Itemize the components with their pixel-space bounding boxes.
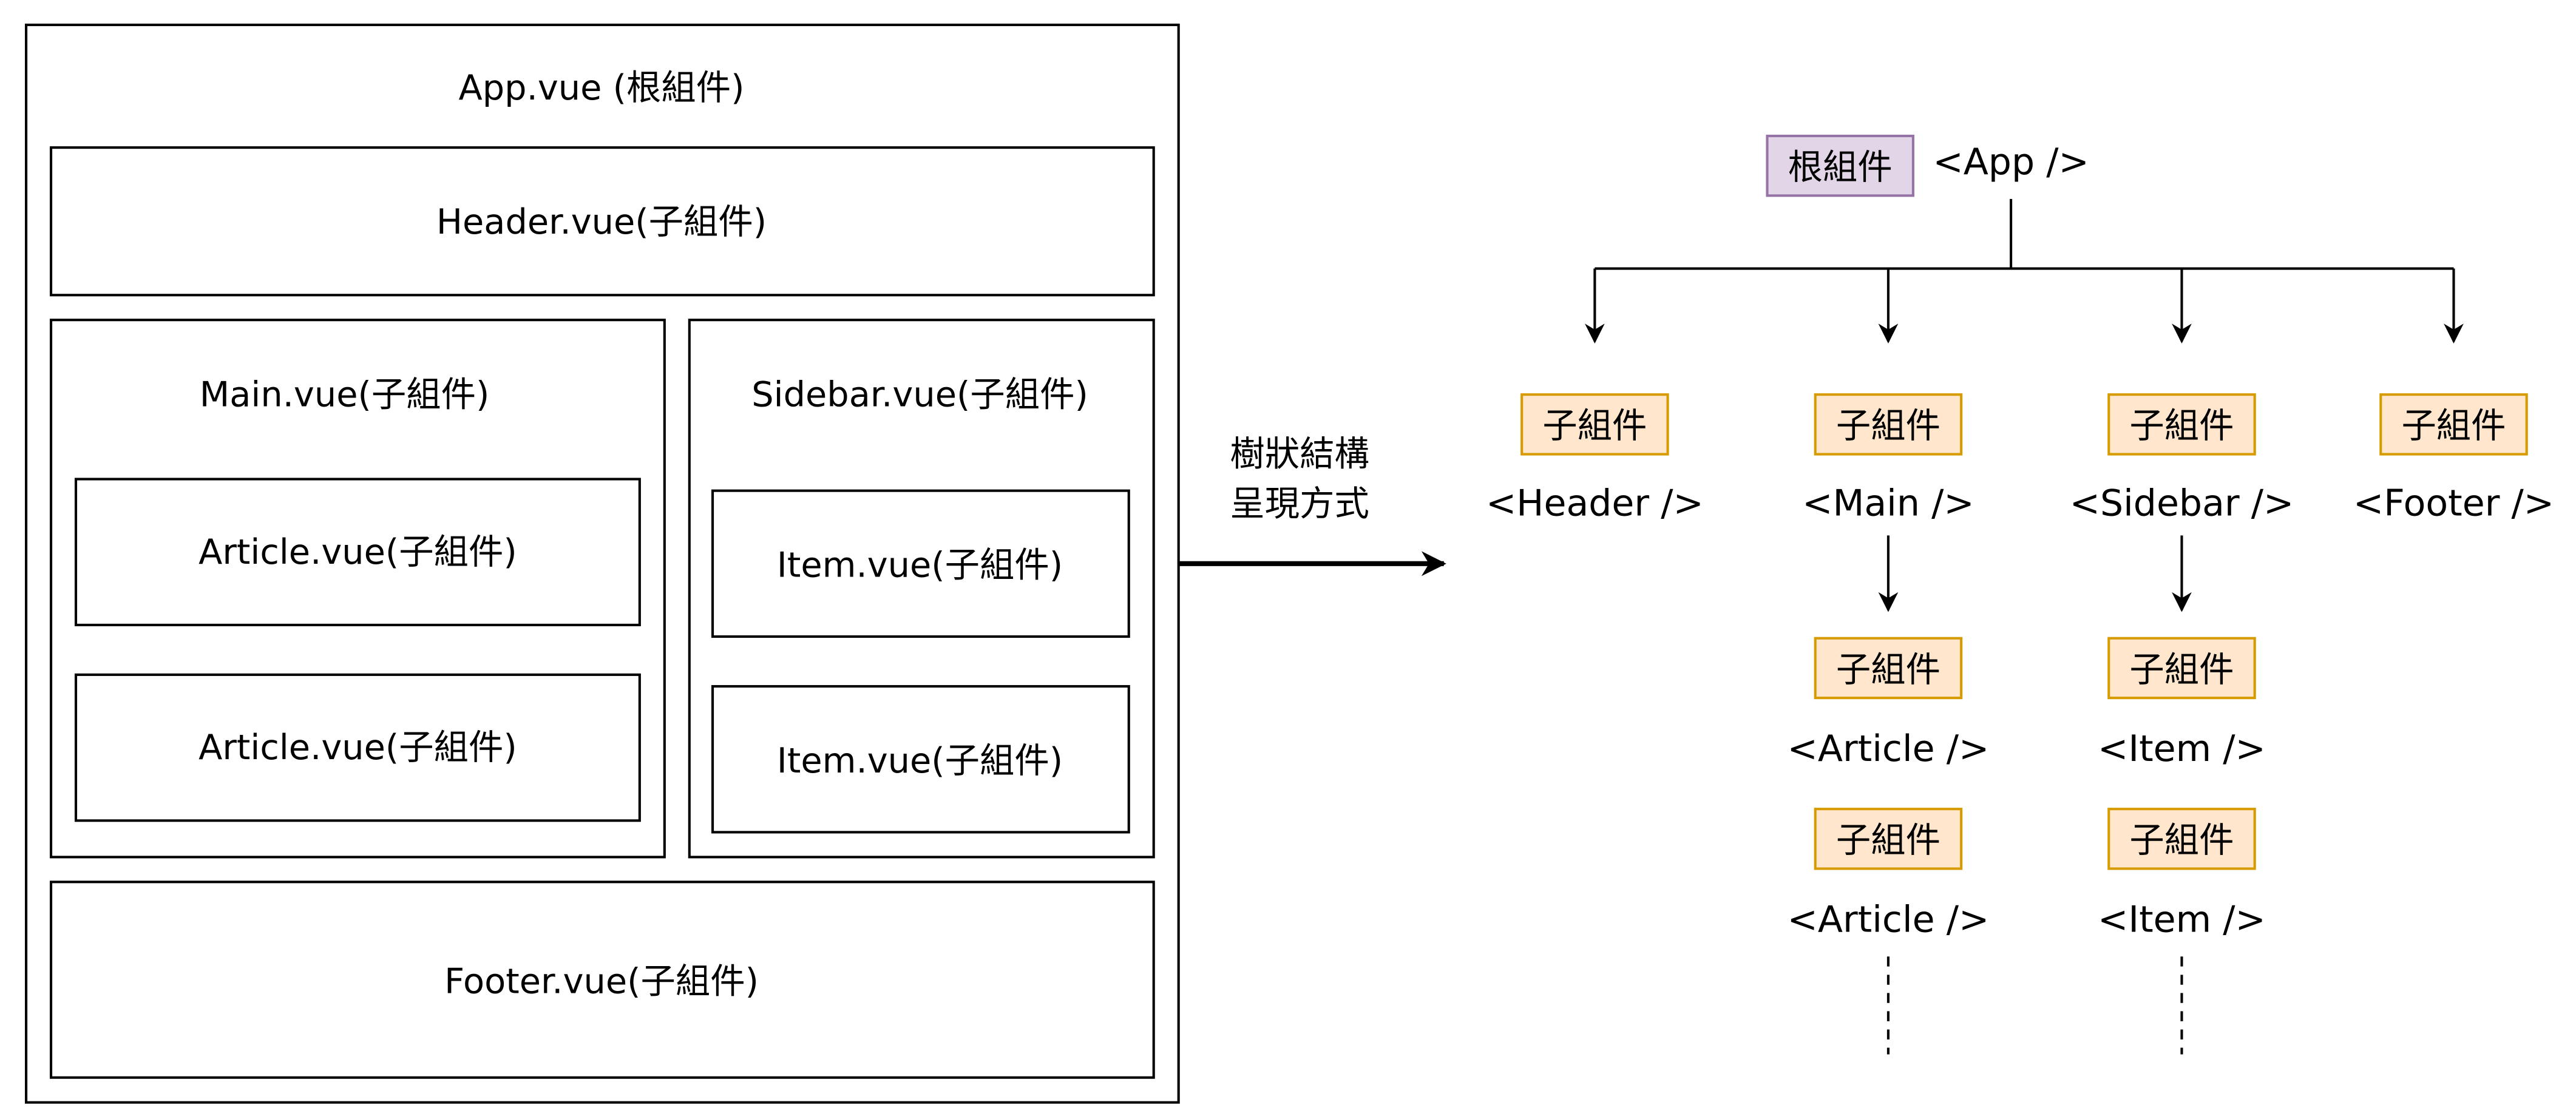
node-name-item-2: <Item /> (2098, 898, 2266, 941)
child-tag: 子組件 (2401, 405, 2506, 446)
item-label-1: Item.vue(子組件) (777, 545, 1063, 586)
article-label-2: Article.vue(子組件) (198, 727, 517, 768)
component-tree-diagram: App.vue (根組件) Header.vue(子組件) Main.vue(子… (25, 23, 2554, 1104)
child-tag: 子組件 (1836, 649, 1940, 690)
node-item-2: 子組件 <Item /> (2098, 808, 2266, 941)
node-name-article-1: <Article /> (1788, 728, 1990, 770)
node-article-1: 子組件 <Article /> (1788, 637, 1990, 770)
child-tag: 子組件 (1836, 820, 1940, 860)
node-header: 子組件 <Header /> (1486, 393, 1704, 525)
root-node: 根組件 <App /> (1766, 134, 2089, 197)
node-footer: 子組件 <Footer /> (2353, 393, 2554, 525)
item-label-2: Item.vue(子組件) (777, 740, 1063, 781)
main-label: Main.vue(子組件) (200, 374, 490, 414)
root-name: <App /> (1933, 141, 2089, 183)
child-tag: 子組件 (1542, 405, 1647, 446)
node-main: 子組件 <Main /> (1802, 393, 1974, 525)
child-tag: 子組件 (1836, 405, 1940, 446)
node-name-item-1: <Item /> (2098, 728, 2266, 770)
transition-label-line1: 樹狀結構 (1230, 434, 1369, 475)
footer-label: Footer.vue(子組件) (444, 961, 759, 1001)
root-tag: 根組件 (1788, 147, 1893, 188)
child-tag: 子組件 (2129, 405, 2234, 446)
node-name-sidebar: <Sidebar /> (2070, 482, 2294, 525)
node-name-main: <Main /> (1802, 482, 1974, 525)
node-item-1: 子組件 <Item /> (2098, 637, 2266, 770)
footer-box: Footer.vue(子組件) (49, 881, 1155, 1079)
header-label: Header.vue(子組件) (436, 201, 767, 242)
item-box-2: Item.vue(子組件) (711, 685, 1130, 834)
child-tag: 子組件 (2129, 820, 2234, 860)
app-label: App.vue (根組件) (459, 67, 745, 108)
node-article-2: 子組件 <Article /> (1788, 808, 1990, 941)
node-sidebar: 子組件 <Sidebar /> (2070, 393, 2294, 525)
child-tag: 子組件 (2129, 649, 2234, 690)
header-box: Header.vue(子組件) (49, 146, 1155, 297)
node-name-footer: <Footer /> (2353, 482, 2554, 525)
article-box-2: Article.vue(子組件) (74, 673, 641, 822)
node-name-header: <Header /> (1486, 482, 1704, 525)
sidebar-label: Sidebar.vue(子組件) (751, 374, 1088, 414)
node-name-article-2: <Article /> (1788, 898, 1990, 941)
tree-connectors (1585, 198, 2464, 1055)
transition-label-line2: 呈現方式 (1230, 484, 1369, 524)
item-box-1: Item.vue(子組件) (711, 489, 1130, 638)
article-box-1: Article.vue(子組件) (74, 478, 641, 626)
article-label-1: Article.vue(子組件) (198, 532, 517, 572)
